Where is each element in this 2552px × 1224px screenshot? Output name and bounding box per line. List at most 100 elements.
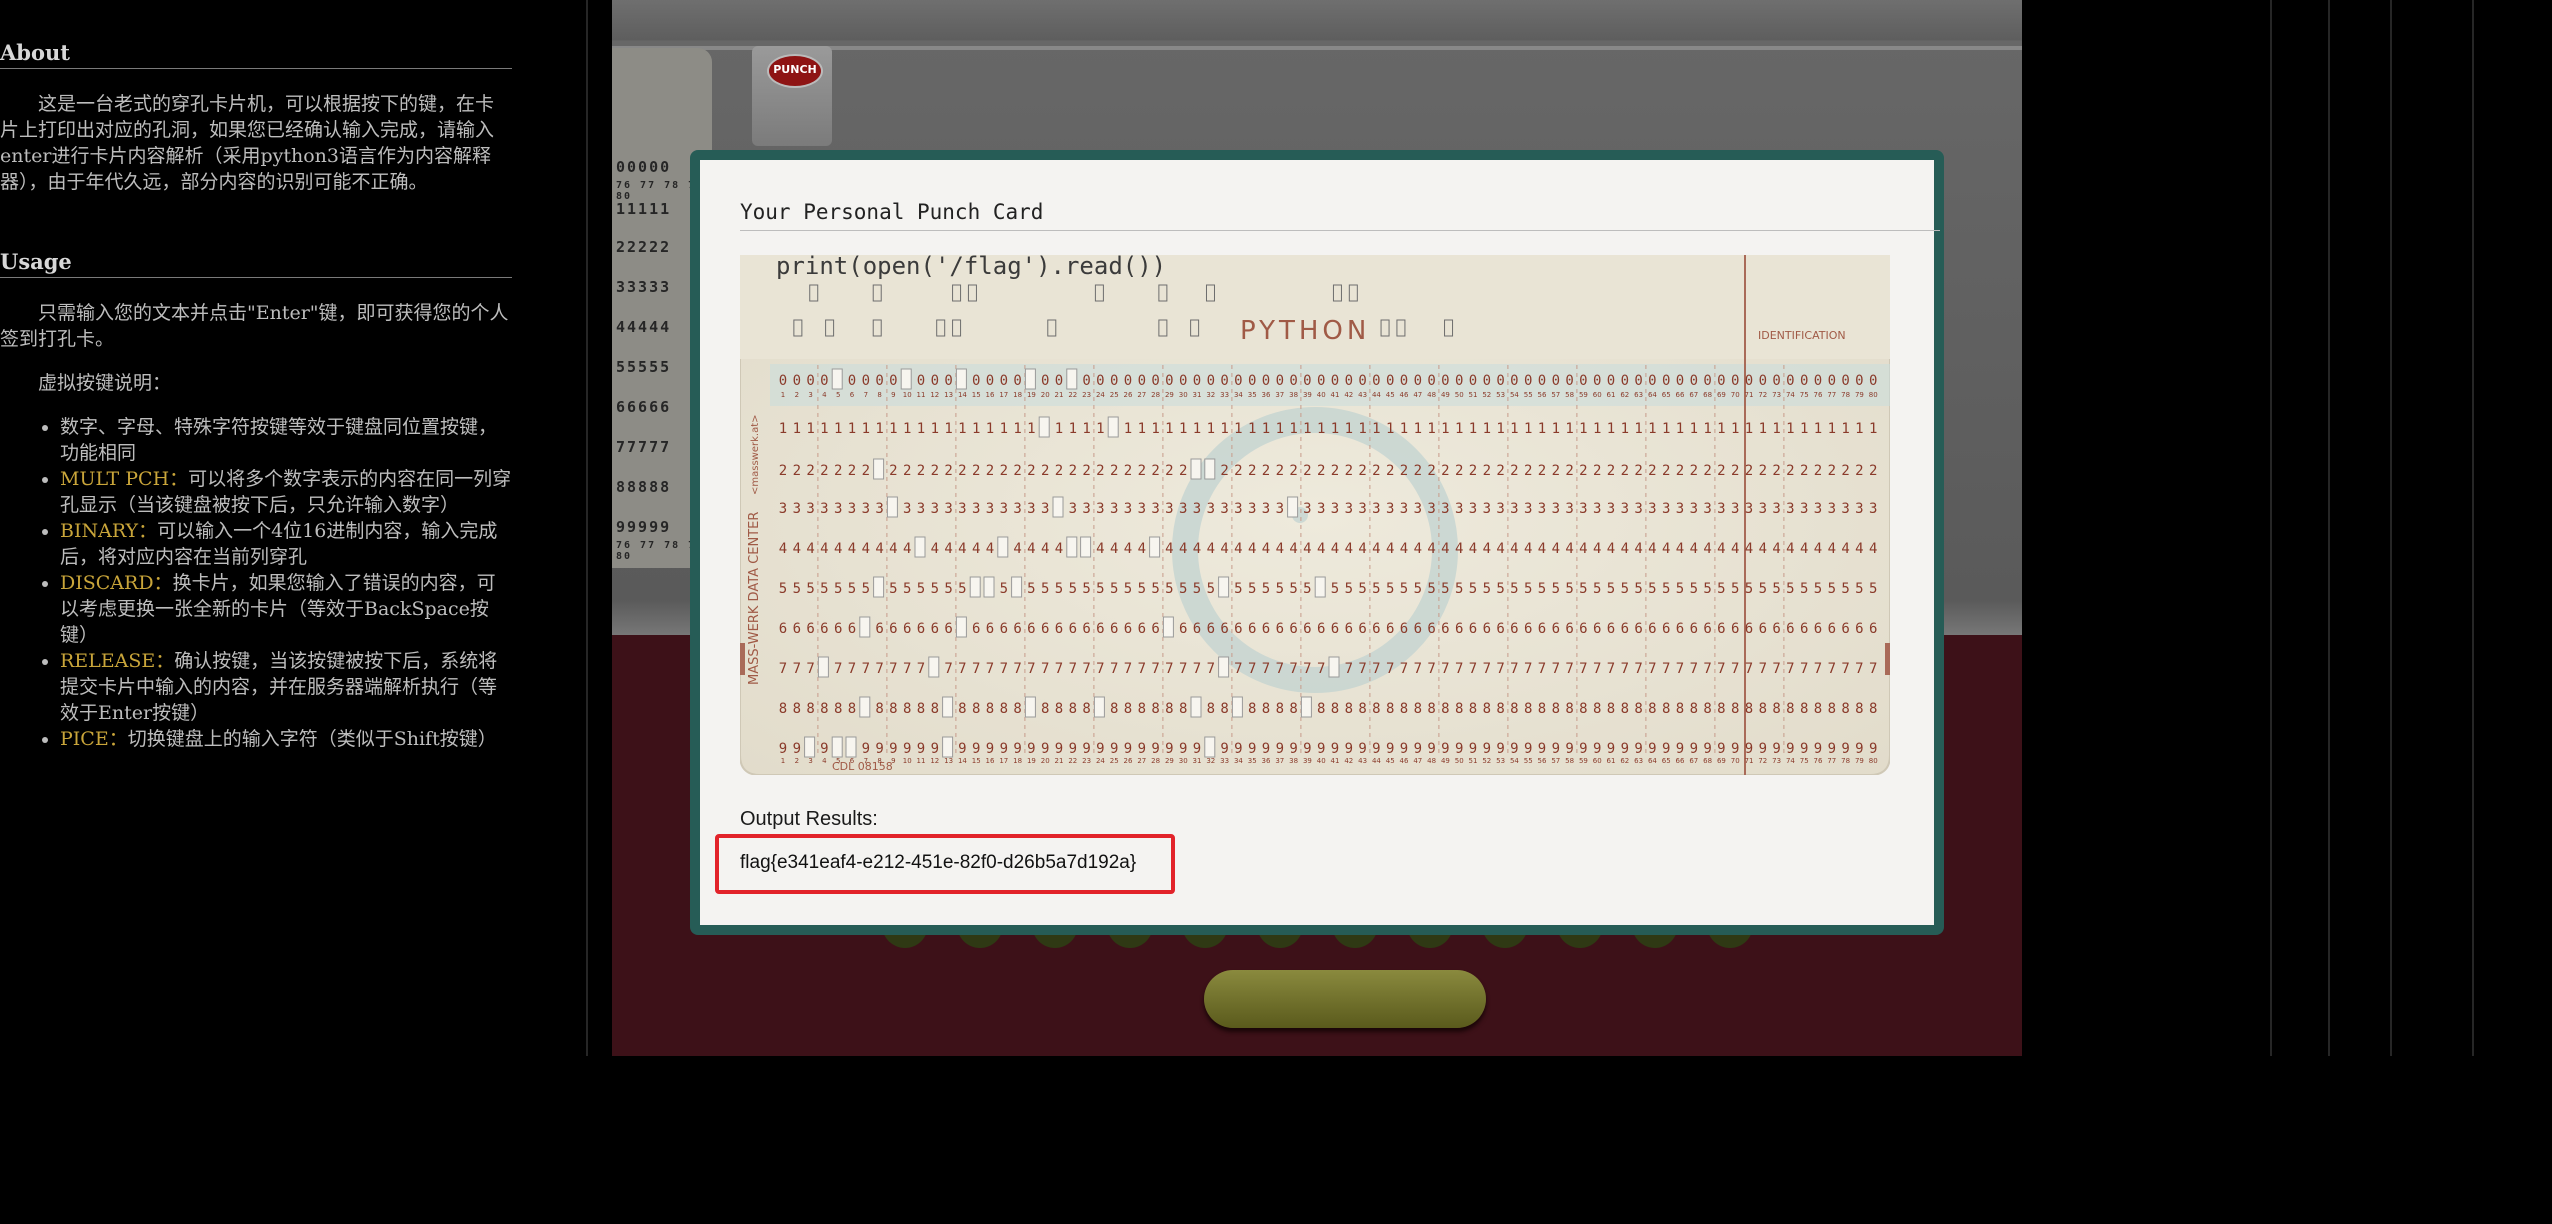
card-digit: 2 [1041,463,1049,479]
card-digit: 6 [1607,621,1615,637]
card-digit: 1 [1579,421,1587,437]
card-digit: 7 [1317,661,1325,677]
card-digit: 6 [1855,621,1863,637]
card-digit: 7 [1731,661,1739,677]
card-digit: 3 [1731,501,1739,517]
punch-button[interactable]: PUNCH [767,54,823,88]
card-digit: 0 [1717,373,1725,389]
card-digit: 9 [1027,741,1035,757]
punched-hole [1218,656,1230,678]
card-digit: 3 [1469,501,1477,517]
card-digit: 5 [1096,581,1104,597]
card-digit: 4 [1510,541,1518,557]
card-digit: 5 [1027,581,1035,597]
card-digit: 1 [931,421,939,437]
card-digit: 7 [1207,661,1215,677]
card-digit: 2 [1469,463,1477,479]
column-number: 57 [1551,391,1560,399]
card-digit: 5 [1276,581,1284,597]
card-digit: 4 [806,541,814,557]
card-digit: 1 [1055,421,1063,437]
card-digit: 9 [1179,741,1187,757]
card-digit: 4 [1841,541,1849,557]
card-digit: 4 [1220,541,1228,557]
punched-hole [1038,416,1050,438]
card-digit: 5 [1483,581,1491,597]
card-digit: 5 [1607,581,1615,597]
card-digit: 9 [1634,741,1642,757]
card-digit: 2 [1634,463,1642,479]
column-number: 52 [1482,391,1491,399]
card-digit: 4 [1055,541,1063,557]
card-digit: 7 [1027,661,1035,677]
card-digit: 9 [862,741,870,757]
card-digit: 5 [1759,581,1767,597]
card-digit: 7 [1055,661,1063,677]
key-list-item: RELEASE：确认按键，当该按键被按下后，系统将提交卡片中输入的内容，并在服务… [60,648,512,726]
column-number: 36 [1262,391,1271,399]
column-number: 20 [1041,391,1050,399]
card-digit: 3 [820,501,828,517]
column-number: 11 [917,757,926,765]
column-number: 4 [822,391,827,399]
column-number: 68 [1703,757,1712,765]
language-label: PYTHON [1240,316,1370,346]
card-digit: 5 [1841,581,1849,597]
card-digit: 8 [1358,701,1366,717]
card-digit: 2 [958,463,966,479]
card-digit: 5 [1055,581,1063,597]
card-digit: 0 [1676,373,1684,389]
card-digit: 3 [1814,501,1822,517]
card-digit: 4 [1276,541,1284,557]
identification-label: IDENTIFICATION [1758,329,1846,342]
punched-hole [1204,736,1216,758]
card-digit: 6 [1055,621,1063,637]
card-digit: 4 [1358,541,1366,557]
card-digit: 5 [1179,581,1187,597]
card-digit: 5 [1786,581,1794,597]
card-digit: 7 [889,661,897,677]
card-digit: 8 [793,701,801,717]
card-digit: 9 [1869,741,1877,757]
card-digit: 1 [1869,421,1877,437]
card-digit: 1 [1855,421,1863,437]
column-number: 77 [1827,391,1836,399]
card-digit: 7 [875,661,883,677]
card-digit: 4 [1524,541,1532,557]
card-digit: 5 [848,581,856,597]
card-digit: 5 [1469,581,1477,597]
card-digit: 0 [1510,373,1518,389]
card-digit: 2 [1138,463,1146,479]
punched-hole [1024,368,1036,390]
card-digit: 6 [875,621,883,637]
card-digit: 6 [1593,621,1601,637]
column-number: 44 [1372,757,1381,765]
card-digit: 3 [875,501,883,517]
card-digit: 3 [917,501,925,517]
card-digit: 3 [1124,501,1132,517]
card-digit: 4 [1855,541,1863,557]
card-digit: 6 [1510,621,1518,637]
enter-key[interactable] [1204,970,1486,1028]
column-number: 30 [1179,391,1188,399]
card-digit: 2 [1593,463,1601,479]
card-digit: 6 [944,621,952,637]
card-digit: 8 [834,701,842,717]
card-digit: 6 [1248,621,1256,637]
card-digit: 0 [986,373,994,389]
column-number: 23 [1082,391,1091,399]
card-digit: 9 [1607,741,1615,757]
card-digit: 1 [1345,421,1353,437]
divider [2472,0,2474,1056]
punched-hole [969,576,981,598]
card-digit: 6 [1234,621,1242,637]
column-number: 3 [808,391,812,399]
card-digit: 3 [1621,501,1629,517]
card-digit: 4 [1372,541,1380,557]
card-digit: 4 [1386,541,1394,557]
card-digit: 8 [972,701,980,717]
card-digit: 8 [1372,701,1380,717]
column-number: 29 [1165,757,1174,765]
card-digit: 7 [1082,661,1090,677]
card-digit: 0 [1427,373,1435,389]
